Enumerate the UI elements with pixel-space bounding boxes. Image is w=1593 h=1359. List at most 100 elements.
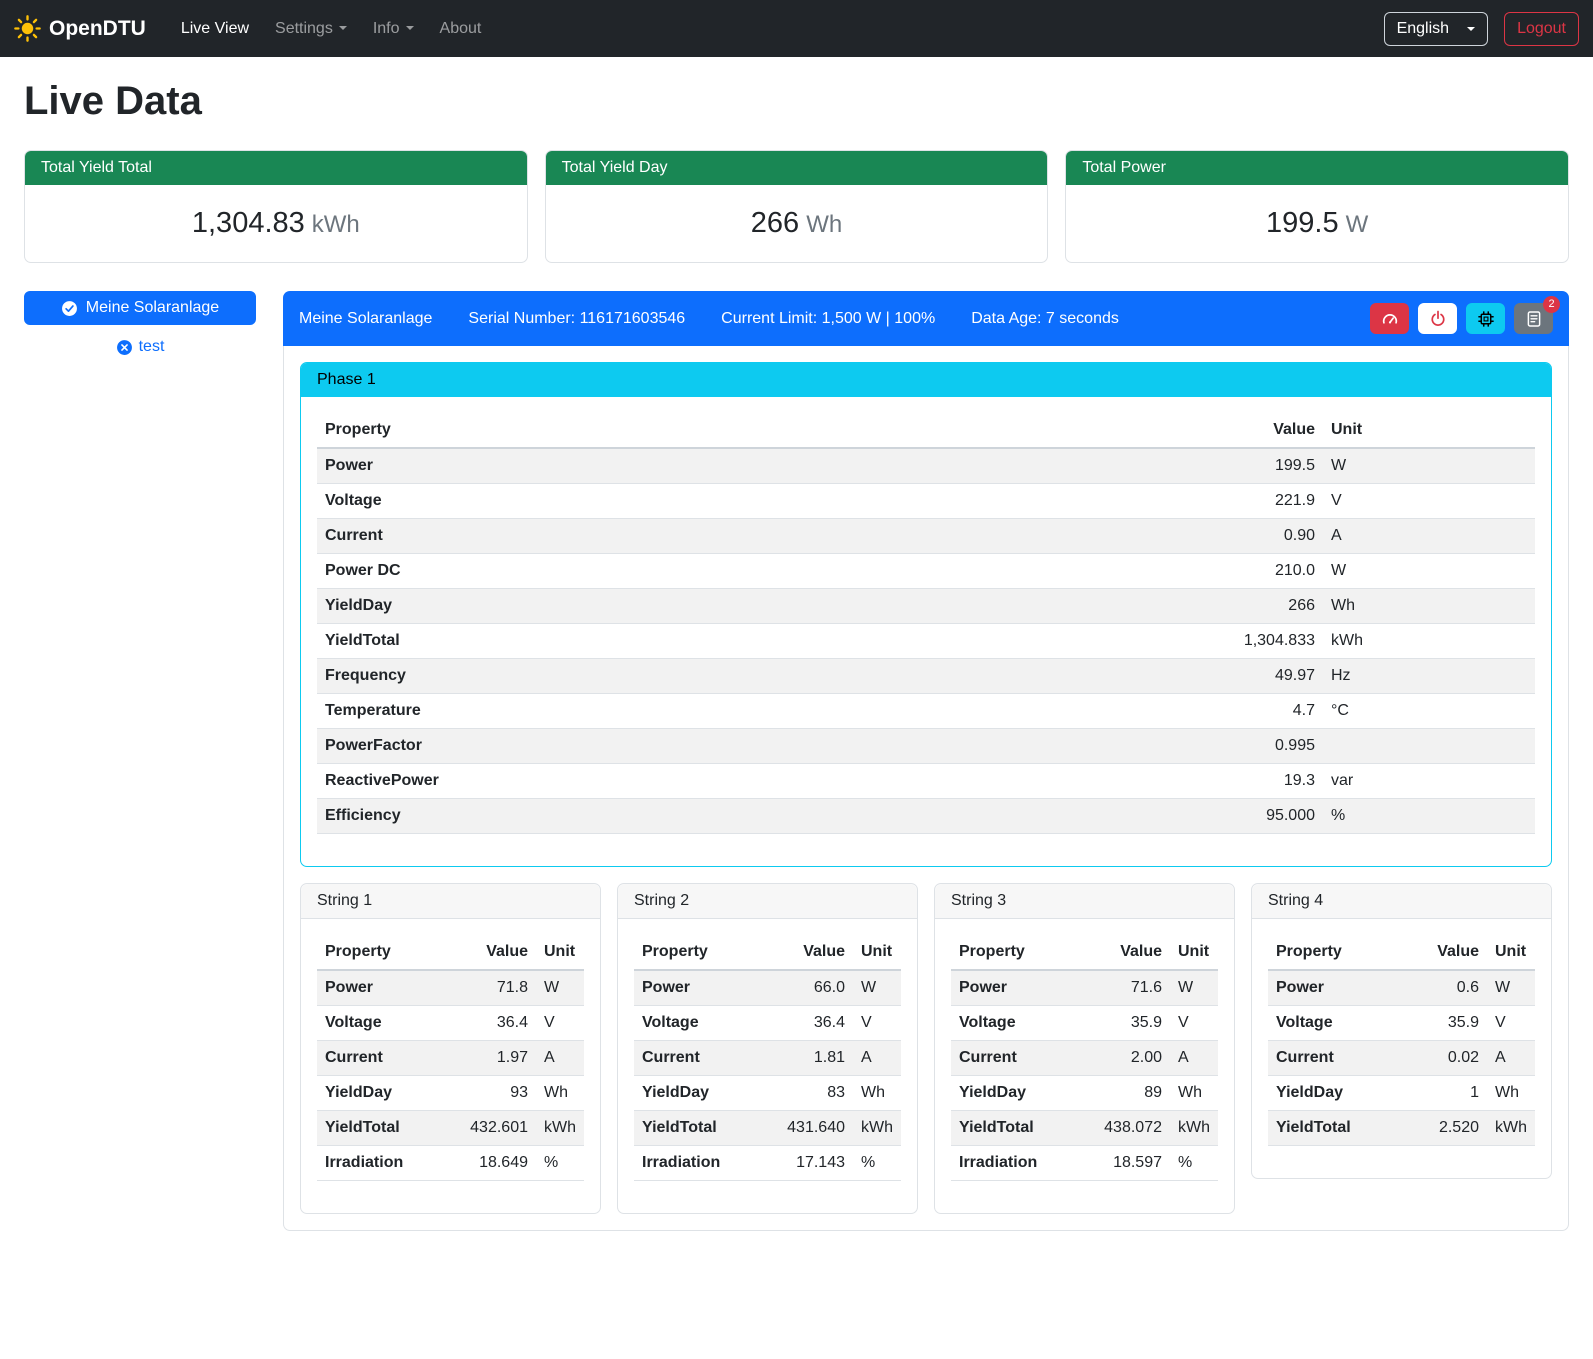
string-card-1: String 1 Property Value Unit <box>300 883 601 1214</box>
property-cell: Voltage <box>317 484 919 519</box>
summary-card-body: 266Wh <box>546 185 1048 262</box>
nav-item-info[interactable]: Info <box>360 12 427 46</box>
property-cell: ReactivePower <box>317 764 919 799</box>
unit-cell: V <box>1323 484 1535 519</box>
property-cell: Frequency <box>317 659 919 694</box>
string-title: String 1 <box>301 884 600 919</box>
inverter-name: Meine Solaranlage <box>299 310 432 328</box>
summary-value: 199.5 <box>1266 207 1339 239</box>
unit-cell: V <box>536 1006 584 1041</box>
value-cell: 438.072 <box>1074 1111 1170 1146</box>
string-table: Property Value Unit Power71.8WVoltage36.… <box>317 935 584 1181</box>
property-cell: Voltage <box>951 1006 1074 1041</box>
summary-card-body: 1,304.83kWh <box>25 185 527 262</box>
property-cell: Power <box>951 970 1074 1006</box>
unit-header: Unit <box>536 935 584 970</box>
property-cell: Power DC <box>317 554 919 589</box>
unit-cell: V <box>853 1006 901 1041</box>
phase-table: Property Value Unit Power199.5WVoltage22… <box>317 413 1535 834</box>
unit-cell: kWh <box>536 1111 584 1146</box>
unit-cell: var <box>1323 764 1535 799</box>
property-cell: Current <box>317 519 919 554</box>
dropdown-caret-icon <box>339 26 347 30</box>
nav-links: Live View Settings Info About <box>168 12 495 46</box>
value-cell: 36.4 <box>757 1006 853 1041</box>
value-cell: 1 <box>1402 1076 1487 1111</box>
property-header: Property <box>951 935 1074 970</box>
limit-settings-button[interactable] <box>1370 303 1409 334</box>
inverter-panel: Meine Solaranlage Serial Number: 1161716… <box>283 291 1569 1231</box>
events-button[interactable]: 2 <box>1514 303 1553 334</box>
table-row: YieldTotal431.640kWh <box>634 1111 901 1146</box>
value-cell: 35.9 <box>1402 1006 1487 1041</box>
value-header: Value <box>919 413 1323 448</box>
value-cell: 95.000 <box>919 799 1323 834</box>
string-card-body: Property Value Unit Power71.8WVoltage36.… <box>301 919 600 1213</box>
summary-card-title: Total Yield Total <box>25 151 527 185</box>
inverter-test-link[interactable]: test <box>24 338 256 356</box>
value-cell: 17.143 <box>757 1146 853 1181</box>
value-cell: 18.597 <box>1074 1146 1170 1181</box>
property-cell: YieldTotal <box>951 1111 1074 1146</box>
table-row: ReactivePower19.3var <box>317 764 1535 799</box>
summary-unit: Wh <box>806 211 842 238</box>
language-selected-label: English <box>1397 20 1449 38</box>
table-row: YieldDay1Wh <box>1268 1076 1535 1111</box>
property-header: Property <box>1268 935 1402 970</box>
sun-logo-icon <box>14 15 41 42</box>
value-cell: 35.9 <box>1074 1006 1170 1041</box>
table-row: PowerFactor0.995 <box>317 729 1535 764</box>
unit-cell: W <box>1323 554 1535 589</box>
unit-cell: A <box>1323 519 1535 554</box>
string-title: String 3 <box>935 884 1234 919</box>
table-row: Current0.90A <box>317 519 1535 554</box>
panel-actions: 2 <box>1370 303 1553 334</box>
unit-header: Unit <box>1170 935 1218 970</box>
data-age: Data Age: 7 seconds <box>971 310 1119 328</box>
table-row: Current1.81A <box>634 1041 901 1076</box>
property-cell: Irradiation <box>634 1146 757 1181</box>
unit-cell: Wh <box>536 1076 584 1111</box>
nav-item-about[interactable]: About <box>427 12 495 46</box>
power-button[interactable] <box>1418 303 1457 334</box>
unit-cell: % <box>1323 799 1535 834</box>
string-title: String 4 <box>1252 884 1551 919</box>
property-cell: Temperature <box>317 694 919 729</box>
language-select[interactable]: English <box>1384 12 1488 46</box>
value-header: Value <box>757 935 853 970</box>
select-caret-icon <box>1467 27 1475 31</box>
property-cell: Irradiation <box>951 1146 1074 1181</box>
property-cell: Current <box>317 1041 440 1076</box>
property-cell: Voltage <box>1268 1006 1402 1041</box>
brand[interactable]: OpenDTU <box>14 15 146 42</box>
inverter-panel-body: Phase 1 Property Value Unit Power199.5WV… <box>283 346 1569 1231</box>
property-cell: YieldTotal <box>1268 1111 1402 1146</box>
strings-grid: String 1 Property Value Unit <box>300 883 1552 1214</box>
property-cell: YieldTotal <box>634 1111 757 1146</box>
value-cell: 432.601 <box>440 1111 536 1146</box>
unit-header: Unit <box>853 935 901 970</box>
nav-item-settings[interactable]: Settings <box>262 12 360 46</box>
table-row: Frequency49.97Hz <box>317 659 1535 694</box>
value-cell: 66.0 <box>757 970 853 1006</box>
logout-button[interactable]: Logout <box>1504 12 1579 46</box>
chip-icon <box>1477 310 1495 328</box>
value-cell: 2.520 <box>1402 1111 1487 1146</box>
table-row: Voltage35.9V <box>1268 1006 1535 1041</box>
value-cell: 266 <box>919 589 1323 624</box>
inverter-select-label: Meine Solaranlage <box>86 299 219 317</box>
value-cell: 0.02 <box>1402 1041 1487 1076</box>
device-info-button[interactable] <box>1466 303 1505 334</box>
value-cell: 0.6 <box>1402 970 1487 1006</box>
table-row: Power71.6W <box>951 970 1218 1006</box>
value-cell: 71.8 <box>440 970 536 1006</box>
string-card-body: Property Value Unit Power0.6WVoltage35.9… <box>1252 919 1551 1178</box>
value-cell: 1.81 <box>757 1041 853 1076</box>
table-row: YieldDay93Wh <box>317 1076 584 1111</box>
power-icon <box>1429 310 1447 328</box>
unit-header: Unit <box>1323 413 1535 448</box>
table-header-row: Property Value Unit <box>951 935 1218 970</box>
nav-item-live-view[interactable]: Live View <box>168 12 262 46</box>
property-cell: Efficiency <box>317 799 919 834</box>
inverter-select-button[interactable]: Meine Solaranlage <box>24 291 256 325</box>
